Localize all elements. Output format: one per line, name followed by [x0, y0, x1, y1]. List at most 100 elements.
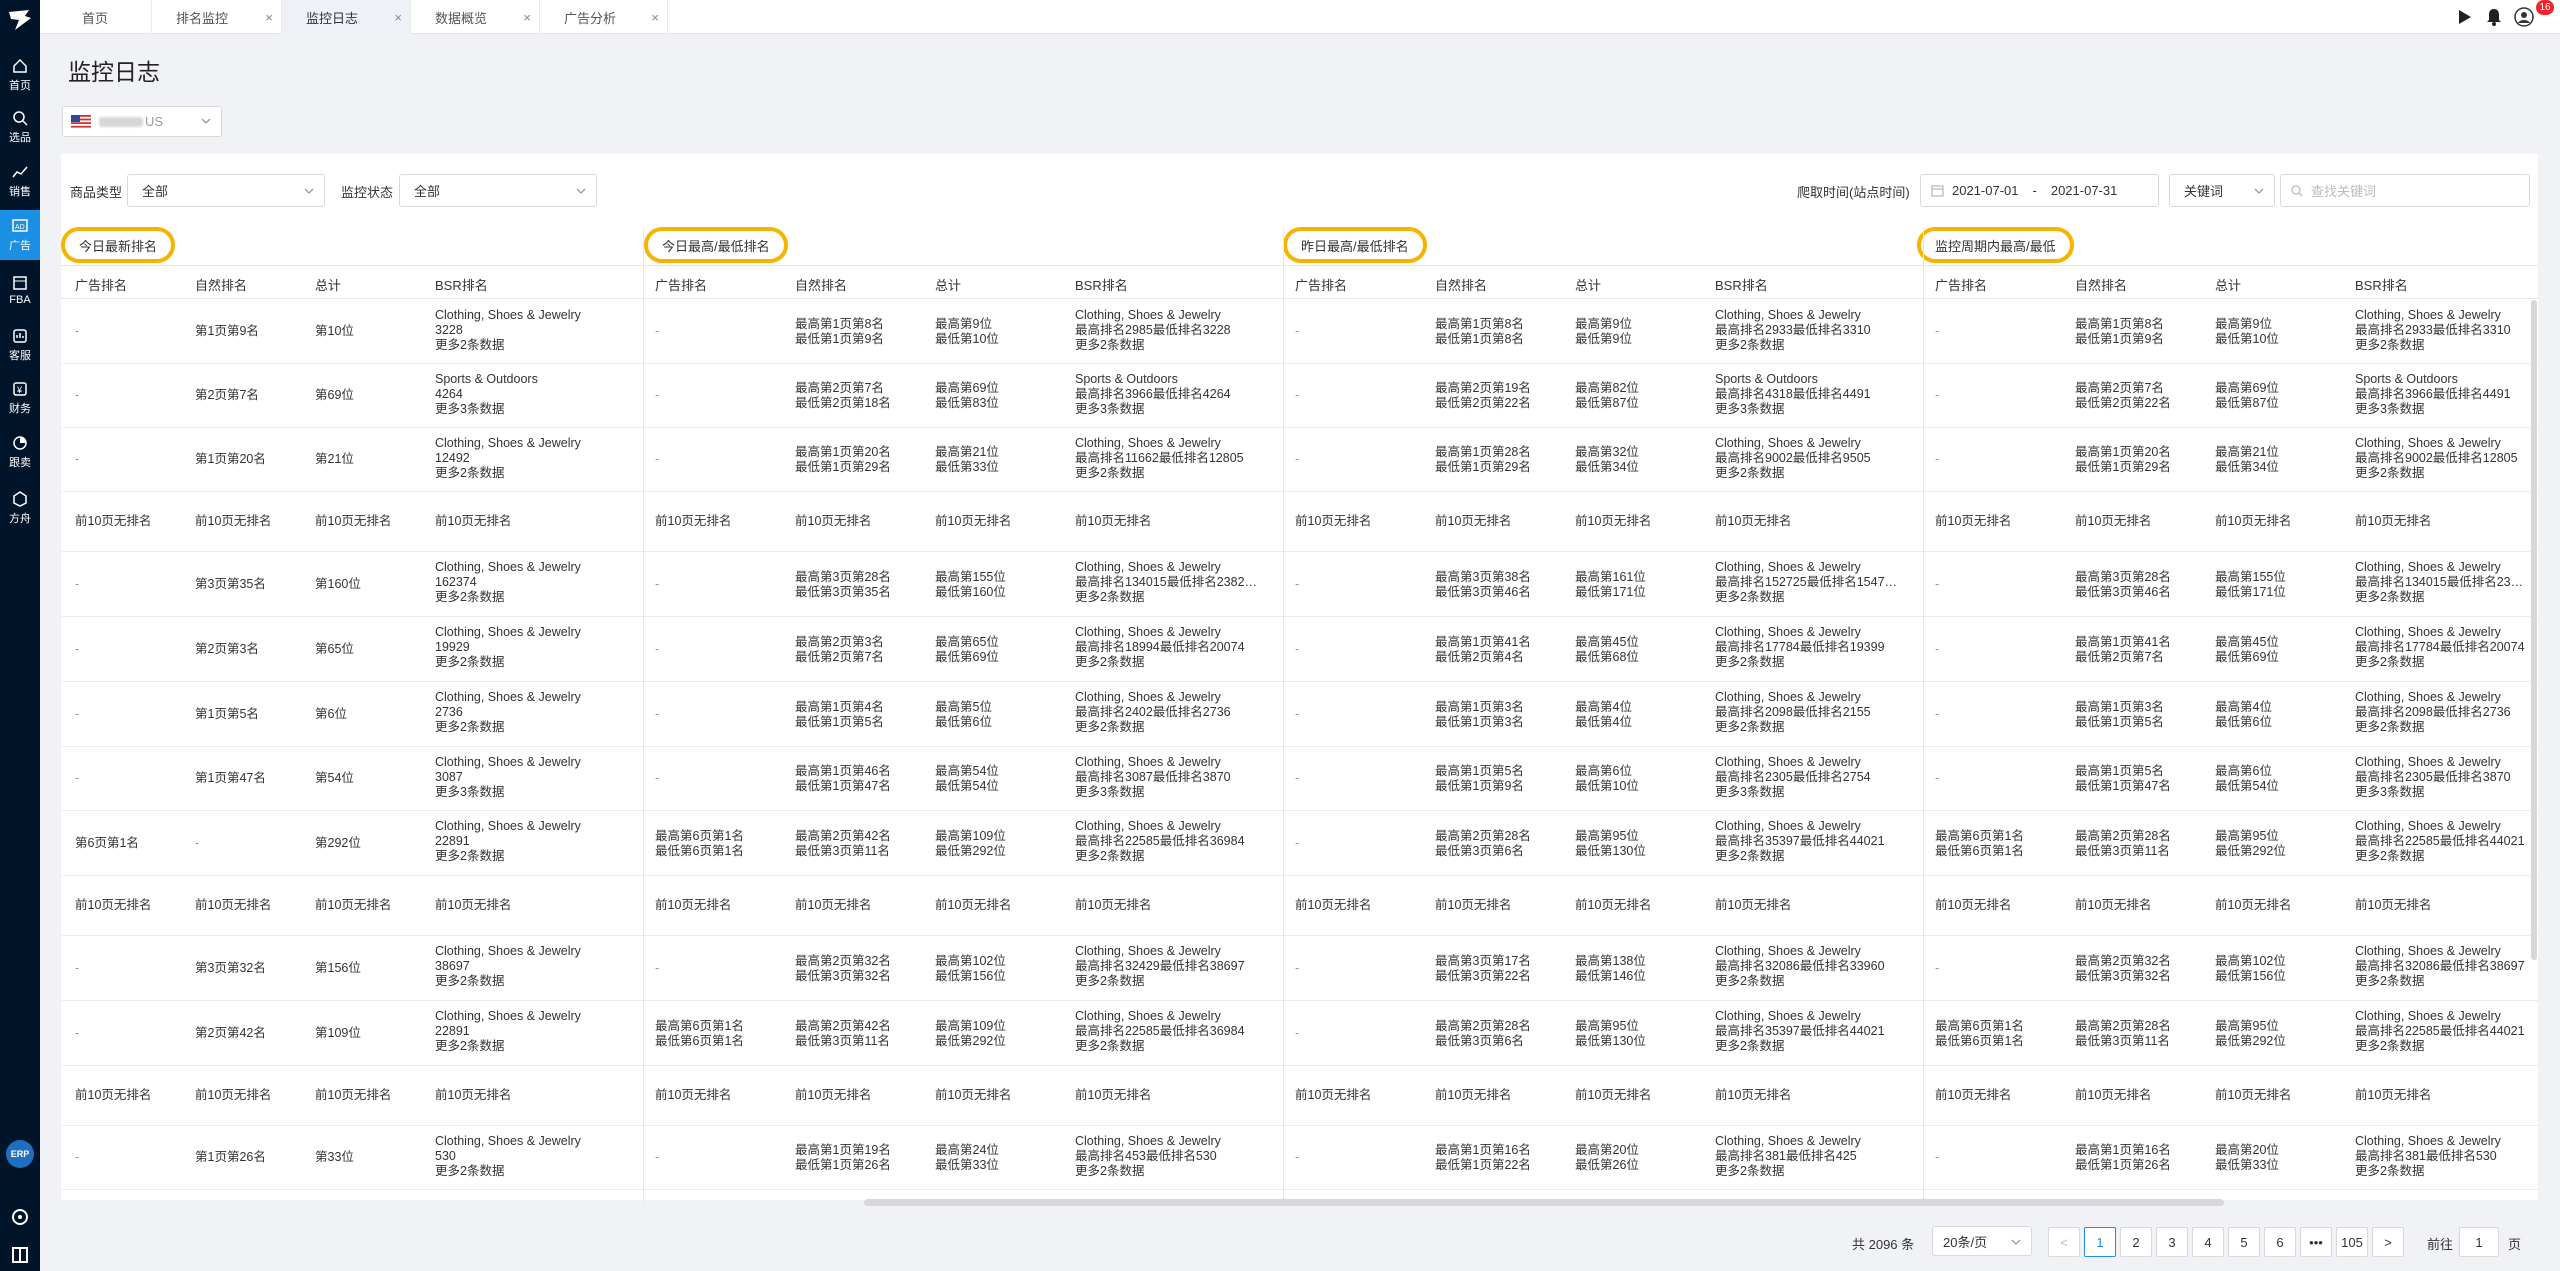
store-select[interactable]: US	[62, 106, 222, 137]
more-data-link[interactable]: 更多2条数据	[2355, 338, 2424, 353]
horizontal-scrollbar[interactable]	[864, 1199, 2224, 1206]
more-data-link[interactable]: 更多2条数据	[435, 655, 504, 670]
sidebar-item-6[interactable]: ¥ 财务	[0, 373, 40, 423]
more-data-link[interactable]: 更多2条数据	[2355, 466, 2424, 481]
tab-3[interactable]: 数据概览 ×	[411, 0, 540, 34]
table-cell: 第6位	[315, 706, 347, 721]
keyword-search-input[interactable]: 查找关键词	[2280, 174, 2530, 207]
keyword-type-select[interactable]: 关键词	[2169, 174, 2275, 207]
sidebar-item-2[interactable]: 销售	[0, 156, 40, 206]
more-data-link[interactable]: 更多2条数据	[2355, 720, 2424, 735]
close-icon[interactable]: ×	[265, 10, 273, 25]
more-data-link[interactable]: 更多2条数据	[1715, 655, 1784, 670]
collapse-icon[interactable]	[10, 1245, 30, 1265]
more-data-link[interactable]: 更多2条数据	[435, 1164, 504, 1179]
page-button[interactable]: 1	[2084, 1227, 2116, 1257]
page-button[interactable]: 6	[2264, 1227, 2296, 1257]
more-data-link[interactable]: 更多2条数据	[1715, 590, 1784, 605]
more-data-link[interactable]: 更多2条数据	[1075, 655, 1144, 670]
table-cell: 最高第1页第28名	[1435, 445, 1531, 459]
sidebar-item-7[interactable]: 跟卖	[0, 427, 40, 477]
more-data-link[interactable]: 更多2条数据	[1715, 466, 1784, 481]
date-start[interactable]: 2021-07-01	[1952, 183, 2019, 198]
tab-0[interactable]: 首页	[40, 0, 152, 34]
more-data-link[interactable]: 更多2条数据	[2355, 655, 2424, 670]
table-cell: -	[655, 771, 660, 785]
more-data-link[interactable]: 更多3条数据	[435, 785, 504, 800]
more-data-link[interactable]: 更多3条数据	[1075, 785, 1144, 800]
table-cell: 最高第2页第28名	[1435, 1018, 1531, 1033]
close-icon[interactable]: ×	[523, 10, 531, 25]
page-button[interactable]: 5	[2228, 1227, 2260, 1257]
more-data-link[interactable]: 更多2条数据	[1075, 1164, 1144, 1179]
page-button[interactable]: 105	[2336, 1227, 2368, 1257]
more-data-link[interactable]: 更多3条数据	[2355, 402, 2424, 417]
tab-label: 监控日志	[306, 10, 359, 26]
bell-icon[interactable]	[2483, 6, 2505, 28]
sidebar-item-8[interactable]: 方舟	[0, 483, 40, 533]
status-label: 监控状态	[341, 185, 394, 200]
more-data-link[interactable]: 更多2条数据	[435, 1039, 504, 1054]
user-avatar-icon[interactable]	[2513, 6, 2535, 28]
sidebar-item-1[interactable]: 选品	[0, 102, 40, 152]
date-end[interactable]: 2021-07-31	[2051, 183, 2118, 198]
date-range-picker[interactable]: 2021-07-01 - 2021-07-31	[1920, 174, 2159, 207]
erp-badge[interactable]: ERP	[6, 1140, 34, 1168]
more-data-link[interactable]: 更多2条数据	[1075, 974, 1144, 989]
sidebar-item-3[interactable]: AD 广告	[0, 210, 40, 260]
more-data-link[interactable]: 更多3条数据	[1715, 402, 1784, 417]
sidebar-item-5[interactable]: 客服	[0, 320, 40, 370]
close-icon[interactable]: ×	[394, 10, 402, 25]
more-data-link[interactable]: 更多3条数据	[1075, 402, 1144, 417]
more-data-link[interactable]: 更多2条数据	[435, 974, 504, 989]
table-cell: 最低第54位	[2215, 779, 2279, 793]
more-data-link[interactable]: 更多2条数据	[1715, 720, 1784, 735]
more-data-link[interactable]: 更多2条数据	[435, 338, 504, 353]
more-data-link[interactable]: 更多2条数据	[435, 466, 504, 481]
more-data-link[interactable]: 更多2条数据	[1075, 1039, 1144, 1054]
more-data-link[interactable]: 更多2条数据	[435, 849, 504, 864]
more-data-link[interactable]: 更多3条数据	[435, 402, 504, 417]
more-data-link[interactable]: 更多2条数据	[2355, 1164, 2424, 1179]
tab-2[interactable]: 监控日志 ×	[282, 0, 411, 34]
more-data-link[interactable]: 更多2条数据	[1075, 466, 1144, 481]
next-page-button[interactable]: >	[2372, 1227, 2404, 1257]
help-icon[interactable]	[10, 1207, 30, 1227]
tab-1[interactable]: 排名监控 ×	[152, 0, 282, 34]
notification-badge: 16	[2536, 0, 2554, 15]
play-icon[interactable]	[2453, 6, 2475, 28]
more-data-link[interactable]: 更多2条数据	[1075, 849, 1144, 864]
page-button[interactable]: 2	[2120, 1227, 2152, 1257]
more-data-link[interactable]: 更多2条数据	[2355, 1039, 2424, 1054]
more-data-link[interactable]: 更多2条数据	[1075, 590, 1144, 605]
page-button[interactable]: 4	[2192, 1227, 2224, 1257]
category-select[interactable]: 全部	[127, 174, 325, 207]
page-button[interactable]: 3	[2156, 1227, 2188, 1257]
status-select[interactable]: 全部	[399, 174, 597, 207]
sidebar-item-label: FBA	[9, 293, 31, 306]
more-data-link[interactable]: 更多2条数据	[1715, 1164, 1784, 1179]
page-size-select[interactable]: 20条/页	[1932, 1226, 2032, 1256]
sidebar-item-0[interactable]: 首页	[0, 50, 40, 100]
sidebar-item-4[interactable]: FBA	[0, 265, 40, 315]
more-data-link[interactable]: 更多2条数据	[1715, 974, 1784, 989]
prev-page-button[interactable]: <	[2048, 1227, 2080, 1257]
tab-4[interactable]: 广告分析 ×	[540, 0, 668, 34]
more-data-link[interactable]: 更多2条数据	[1075, 720, 1144, 735]
goto-page-input[interactable]: 1	[2459, 1227, 2499, 1257]
more-data-link[interactable]: 更多2条数据	[1075, 338, 1144, 353]
more-data-link[interactable]: 更多2条数据	[1715, 849, 1784, 864]
close-icon[interactable]: ×	[651, 10, 659, 25]
more-data-link[interactable]: 更多3条数据	[2355, 785, 2424, 800]
vertical-scrollbar[interactable]	[2531, 300, 2537, 960]
more-data-link[interactable]: 更多2条数据	[2355, 974, 2424, 989]
more-data-link[interactable]: 更多2条数据	[1715, 1039, 1784, 1054]
app-logo-icon[interactable]	[5, 6, 35, 32]
more-data-link[interactable]: 更多2条数据	[2355, 590, 2424, 605]
more-data-link[interactable]: 更多2条数据	[435, 590, 504, 605]
more-data-link[interactable]: 更多3条数据	[1715, 785, 1784, 800]
more-data-link[interactable]: 更多2条数据	[435, 720, 504, 735]
more-data-link[interactable]: 更多2条数据	[1715, 338, 1784, 353]
page-button[interactable]: •••	[2300, 1227, 2332, 1257]
more-data-link[interactable]: 更多2条数据	[2355, 849, 2424, 864]
